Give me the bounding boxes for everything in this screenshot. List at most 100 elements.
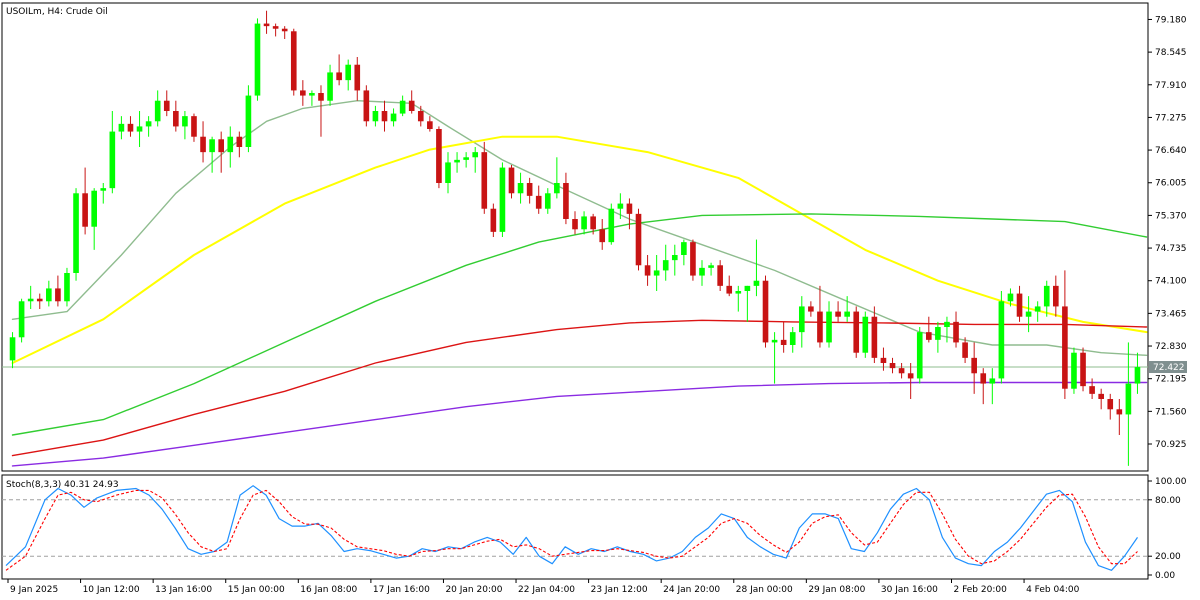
chart-title: USOILm, H4: Crude Oil [6,7,108,17]
candle-body [1053,285,1059,307]
candle [290,28,297,96]
candle-body [381,111,388,122]
candle-body [55,288,61,302]
chart-svg: 79.180 78.545 77.910 77.275 76.640 76.005 75.3… [0,0,1200,600]
candle-body [889,363,896,369]
candle-body [717,265,723,286]
candle-body [1071,352,1077,389]
price-tick-label: 72.830 [1155,342,1187,352]
candle-body [472,152,479,158]
candle [363,85,370,127]
candle-body [907,373,914,379]
candle-body [345,64,352,81]
candle-body [916,332,923,379]
candle-body [735,291,742,294]
price-tick-label: 72.195 [1155,375,1187,385]
candle-body [173,111,179,127]
candle-body [581,216,587,230]
candle [690,239,696,281]
candle-body [1107,399,1114,410]
candle-body [1043,285,1050,307]
candle-body [826,311,832,343]
candle-body [844,311,850,317]
time-tick-label: 24 Jan 20:00 [663,585,720,595]
candle-body [989,378,996,384]
candle-body [762,280,769,343]
candle-body [145,121,152,127]
price-tick-label: 74.735 [1155,244,1187,254]
price-tick-label: 74.100 [1155,277,1187,287]
candle-body [1034,306,1041,312]
candle-body [690,242,696,276]
candle-body [653,270,660,276]
candle [499,162,506,237]
candle-body [163,100,170,111]
candle [998,291,1005,384]
candle-body [290,31,297,91]
price-tick-label: 70.925 [1155,440,1187,450]
candle [916,327,923,384]
candle-body [644,265,651,276]
candle-body [980,373,987,384]
candle-body [272,26,279,29]
candle-body [508,167,515,194]
price-tick-label: 77.275 [1155,113,1187,123]
candle-body [744,285,751,291]
candle-body [572,219,578,230]
candle-body [218,139,225,153]
candle-body [399,100,406,114]
candle-body [9,337,16,361]
stochastic-tick-label: 80.00 [1155,496,1181,506]
candle-body [372,111,379,122]
candle-body [46,288,52,302]
candle-body [1007,293,1014,302]
candle-body [862,316,869,353]
candle-body [82,193,88,227]
candle [436,126,442,189]
time-tick-label: 2 Feb 20:00 [953,585,1007,595]
candle-body [136,126,143,132]
candle-body [681,242,687,255]
candle-body [708,265,714,268]
time-tick-label: 29 Jan 08:00 [808,585,865,595]
candle-body [309,93,315,96]
candle-body [871,316,878,358]
candle [73,188,79,281]
candle-body [817,311,823,343]
time-tick-label: 15 Jan 00:00 [228,585,285,595]
candle [608,203,615,245]
price-tick-label: 77.910 [1155,81,1187,91]
candle-body [699,267,705,276]
candle [254,18,261,101]
time-tick-label: 20 Jan 20:00 [445,585,502,595]
candle-body [535,195,542,209]
candle-body [544,193,551,209]
candle-body [671,255,678,261]
candle-body [563,183,569,219]
time-tick-label: 13 Jan 16:00 [155,585,212,595]
candle-body [971,357,977,374]
candle-body [962,342,968,358]
candle-body [127,123,134,132]
candle-body [853,311,860,353]
price-tick-label: 75.370 [1155,211,1187,221]
candle-body [445,162,451,183]
candle-body [354,64,361,91]
candle-body [780,339,787,345]
candle [18,298,25,343]
candle-body [64,273,70,302]
candle-body [209,139,215,153]
candle-body [363,90,370,122]
price-tick-label: 73.465 [1155,309,1187,319]
candle-body [109,131,116,189]
candle-body [554,183,560,194]
candle-body [91,190,97,227]
candle-body [481,152,488,209]
candle-body [935,327,941,340]
candle [64,267,70,307]
stochastic-tick-label: 0.00 [1155,571,1175,581]
time-tick-label: 17 Jan 16:00 [373,585,430,595]
candle-body [154,100,161,122]
candle-body [808,306,814,312]
candle-body [1116,409,1123,415]
